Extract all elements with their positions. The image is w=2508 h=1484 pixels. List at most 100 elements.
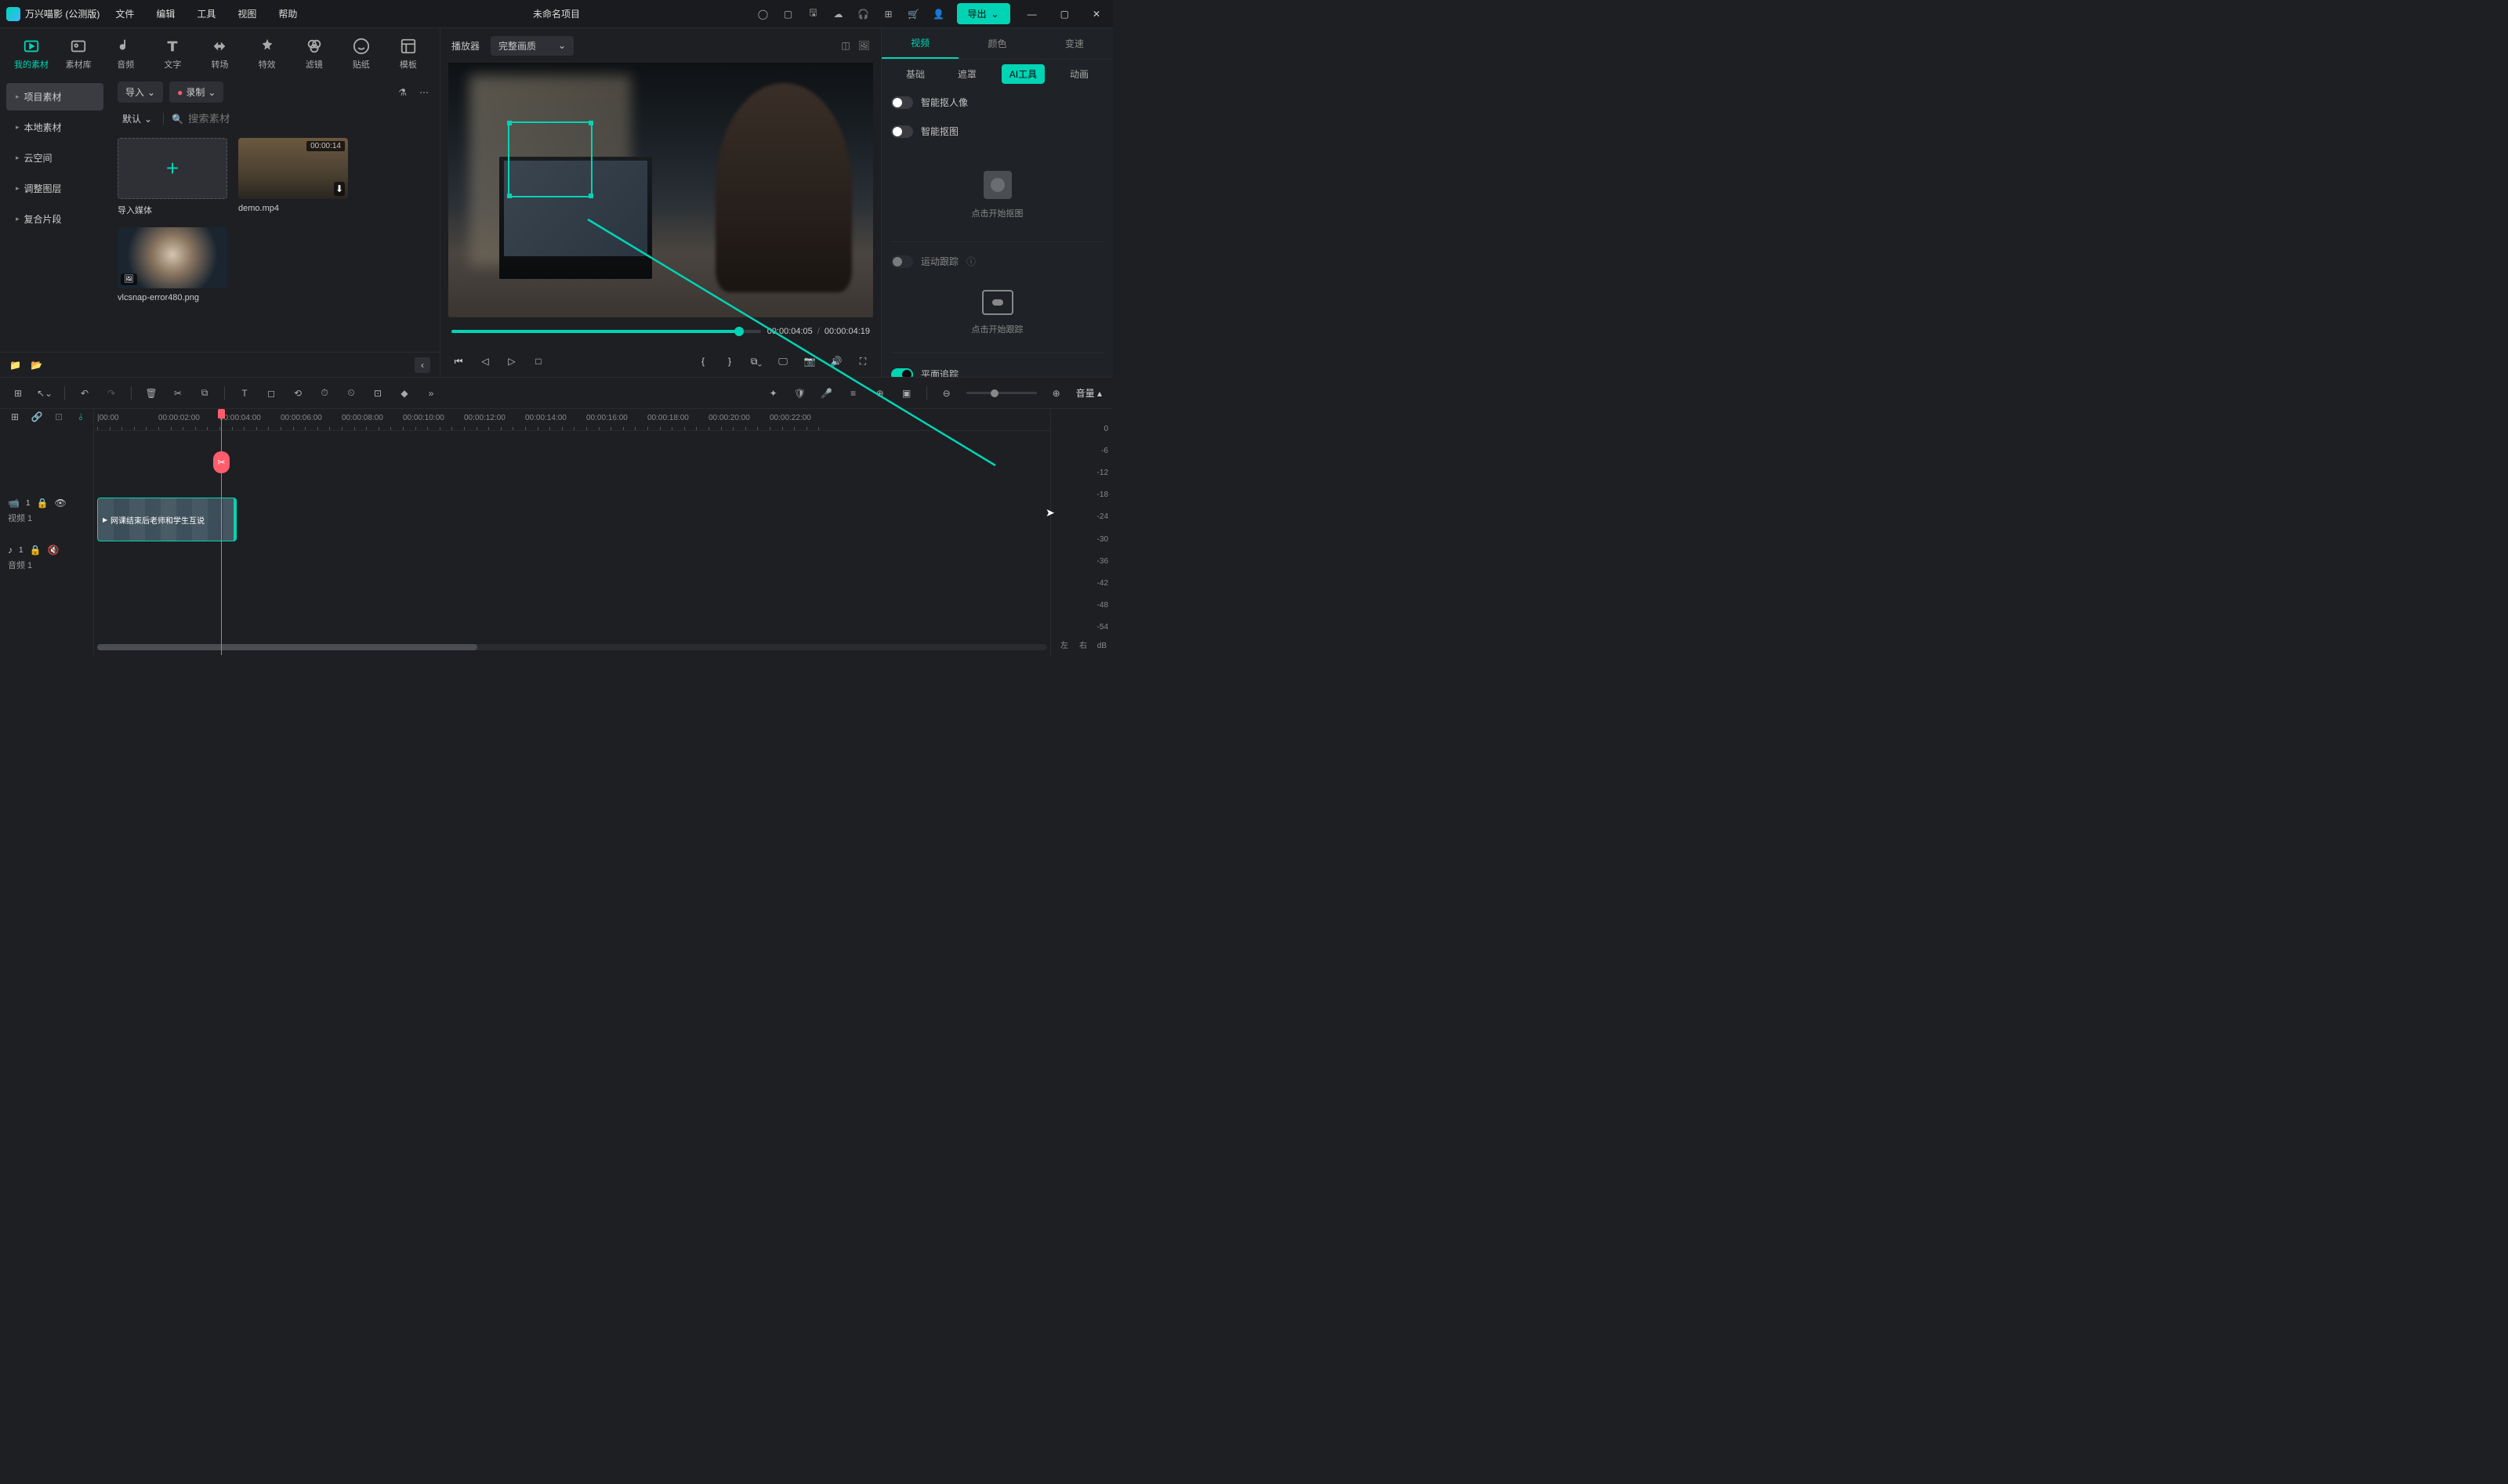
mark-in-button[interactable]: { bbox=[696, 356, 710, 367]
zoom-in-button[interactable]: ⊕ bbox=[1049, 386, 1064, 400]
media-item[interactable]: 🖼 vlcsnap-error480.png bbox=[118, 227, 227, 302]
audio-track-header[interactable]: ♪1 🔒 🔇 音频 1 bbox=[0, 534, 93, 581]
sidebar-compound-clip[interactable]: ▸复合片段 bbox=[6, 205, 103, 233]
motion-track-placeholder[interactable]: 点击开始跟踪 bbox=[891, 274, 1104, 346]
zoom-out-button[interactable]: ⊖ bbox=[940, 386, 954, 400]
cart-icon[interactable]: 🛒 bbox=[907, 7, 921, 21]
close-button[interactable]: ✕ bbox=[1086, 9, 1107, 20]
cut-button[interactable]: ✂ bbox=[171, 386, 185, 400]
redo-button[interactable]: ↷ bbox=[104, 386, 118, 400]
minimize-button[interactable]: — bbox=[1021, 9, 1043, 20]
undo-button[interactable]: ↶ bbox=[78, 386, 92, 400]
record-status-icon[interactable]: ◯ bbox=[756, 7, 770, 21]
subtab-ai-tools[interactable]: AI工具 bbox=[1002, 64, 1045, 84]
fullscreen-button[interactable]: ⛶ bbox=[856, 356, 870, 367]
monitor-icon[interactable]: ▢ bbox=[781, 7, 796, 21]
tab-transition[interactable]: 转场 bbox=[196, 33, 243, 75]
seek-track[interactable] bbox=[451, 330, 761, 333]
record-button[interactable]: ●录制⌄ bbox=[169, 81, 223, 103]
compare-icon[interactable]: ◫ bbox=[841, 40, 850, 51]
link-icon[interactable]: 🔗 bbox=[30, 410, 44, 424]
info-icon[interactable]: ⓘ bbox=[966, 255, 976, 268]
aspect-dropdown[interactable]: ⧉⌄ bbox=[749, 356, 763, 367]
smart-cutout-toggle[interactable] bbox=[891, 125, 913, 138]
maximize-button[interactable]: ▢ bbox=[1054, 9, 1075, 20]
tool-select-icon[interactable]: ⊞ bbox=[11, 386, 25, 400]
tab-color[interactable]: 颜色 bbox=[959, 28, 1035, 59]
tab-stock[interactable]: 素材库 bbox=[55, 33, 102, 75]
playhead-handle[interactable] bbox=[218, 409, 225, 418]
display-button[interactable]: 🖵 bbox=[776, 356, 790, 367]
mixer-icon[interactable]: ≡ bbox=[846, 386, 861, 400]
motion-track-toggle[interactable] bbox=[891, 255, 913, 268]
video-track-header[interactable]: 📹1 🔒 👁 视频 1 bbox=[0, 487, 93, 534]
snap-icon[interactable]: ⫰ bbox=[74, 410, 88, 424]
track-options-icon[interactable]: ⊞ bbox=[8, 410, 22, 424]
media-item[interactable]: 00:00:14 ⬇ demo.mp4 bbox=[238, 138, 348, 216]
apps-icon[interactable]: ⊞ bbox=[882, 7, 896, 21]
collapse-button[interactable]: ‹ bbox=[415, 357, 430, 373]
tab-templates[interactable]: 模板 bbox=[385, 33, 432, 75]
delete-button[interactable]: 🗑 bbox=[144, 386, 158, 400]
crop-button[interactable]: ⧉ bbox=[198, 386, 212, 400]
play-button[interactable]: ▷ bbox=[505, 356, 519, 367]
timeline-tracks[interactable]: |00:0000:00:02:0000:00:04:0000:00:06:000… bbox=[94, 409, 1050, 655]
track-tool-button[interactable]: ⊡ bbox=[371, 386, 385, 400]
cloud-icon[interactable]: ☁ bbox=[832, 7, 846, 21]
lock-icon[interactable]: 🔒 bbox=[37, 498, 49, 509]
snapshot-button[interactable]: 📷 bbox=[803, 356, 817, 367]
rotate-tool-button[interactable]: ⟲ bbox=[291, 386, 305, 400]
timeline-ruler[interactable]: |00:0000:00:02:0000:00:04:0000:00:06:000… bbox=[94, 409, 1050, 431]
folder-icon[interactable]: 📁 bbox=[9, 360, 21, 371]
subtab-basic[interactable]: 基础 bbox=[898, 64, 933, 84]
tracking-box[interactable] bbox=[508, 121, 593, 198]
snapshot-icon[interactable]: 🖼 bbox=[858, 40, 870, 51]
tool-pointer-icon[interactable]: ↖⌄ bbox=[38, 386, 52, 400]
more-tools-button[interactable]: » bbox=[424, 386, 438, 400]
import-media-card[interactable]: + 导入媒体 bbox=[118, 138, 227, 216]
timeline-scrollbar[interactable] bbox=[97, 644, 1047, 650]
menu-view[interactable]: 视图 bbox=[237, 7, 256, 20]
sidebar-project-media[interactable]: ▸项目素材 bbox=[6, 83, 103, 110]
subtab-animation[interactable]: 动画 bbox=[1062, 64, 1096, 84]
sidebar-cloud[interactable]: ▸云空间 bbox=[6, 144, 103, 172]
cutout-placeholder[interactable]: 点击开始抠图 bbox=[891, 146, 1104, 235]
playhead-cut-badge[interactable]: ✂ bbox=[213, 451, 230, 473]
zoom-slider[interactable] bbox=[966, 392, 1037, 394]
resize-handle[interactable] bbox=[507, 194, 512, 198]
tab-audio[interactable]: 音频 bbox=[102, 33, 149, 75]
menu-file[interactable]: 文件 bbox=[115, 7, 134, 20]
magnet-icon[interactable]: ⊡ bbox=[52, 410, 66, 424]
seek-thumb[interactable] bbox=[734, 327, 744, 336]
prev-frame-button[interactable]: ⏮ bbox=[451, 356, 466, 367]
volume-button[interactable]: 🔊 bbox=[829, 356, 843, 367]
filter-icon[interactable]: ⚗ bbox=[395, 84, 410, 101]
video-clip[interactable]: ▸ 网课结束后老师和学生互说 bbox=[97, 498, 237, 541]
tab-effects[interactable]: 特效 bbox=[244, 33, 291, 75]
folder-open-icon[interactable]: 📂 bbox=[31, 360, 42, 371]
smart-portrait-toggle[interactable] bbox=[891, 96, 913, 109]
volume-panel-label[interactable]: 音量 ▴ bbox=[1076, 386, 1102, 400]
mark-out-button[interactable]: } bbox=[723, 356, 737, 367]
mask-tool-button[interactable]: ◻ bbox=[264, 386, 278, 400]
lock-icon[interactable]: 🔒 bbox=[30, 545, 42, 556]
tab-my-media[interactable]: 我的素材 bbox=[8, 33, 55, 75]
menu-tools[interactable]: 工具 bbox=[197, 7, 216, 20]
scrollbar-thumb[interactable] bbox=[97, 644, 477, 650]
resize-handle[interactable] bbox=[589, 121, 593, 125]
step-back-button[interactable]: ◁ bbox=[478, 356, 492, 367]
tab-speed[interactable]: 变速 bbox=[1036, 28, 1113, 59]
timer-tool-button[interactable]: ⏲ bbox=[344, 386, 358, 400]
visibility-icon[interactable]: 👁 bbox=[54, 498, 66, 509]
tab-stickers[interactable]: 贴纸 bbox=[338, 33, 385, 75]
text-tool-button[interactable]: T bbox=[237, 386, 252, 400]
save-icon[interactable]: 🖫 bbox=[806, 7, 821, 21]
keyframe-button[interactable]: ◆ bbox=[397, 386, 411, 400]
export-button[interactable]: 导出 ⌄ bbox=[957, 3, 1010, 24]
playhead[interactable]: ✂ bbox=[221, 409, 222, 655]
subtab-mask[interactable]: 遮罩 bbox=[950, 64, 984, 84]
menu-help[interactable]: 帮助 bbox=[278, 7, 297, 20]
tab-text[interactable]: 文字 bbox=[149, 33, 196, 75]
search-input[interactable] bbox=[188, 113, 432, 125]
properties-body[interactable]: 智能抠人像 智能抠图 点击开始抠图 运动跟踪 ⓘ 点击开始跟踪 bbox=[882, 88, 1113, 377]
